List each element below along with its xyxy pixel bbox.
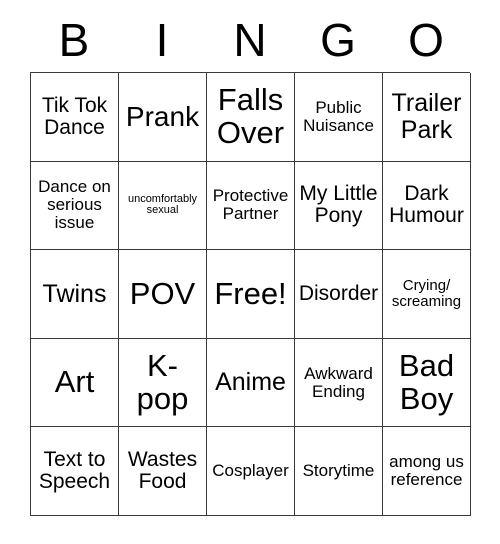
bingo-cell-label: K- pop [136, 347, 189, 416]
bingo-cell-label: Prank [125, 100, 200, 132]
bingo-cell-label: Awkward Ending [304, 363, 373, 401]
bingo-cell[interactable]: Trailer Park [383, 73, 471, 162]
bingo-cell[interactable]: among us reference [383, 427, 471, 516]
bingo-cell-label: Disorder [298, 281, 379, 305]
bingo-cell-label: Art [54, 364, 95, 400]
bingo-cell-label: Protective Partner [212, 186, 289, 224]
bingo-cell[interactable]: Storytime [295, 427, 383, 516]
bingo-cell[interactable]: Disorder [295, 250, 383, 339]
header-letter-i: I [155, 14, 169, 66]
bingo-cell[interactable]: Prank [119, 73, 207, 162]
bingo-cell-label: Dance on serious issue [38, 177, 111, 233]
bingo-cell-label: Crying/ screaming [391, 277, 462, 310]
bingo-cell-label: Text to Speech [38, 447, 111, 494]
bingo-cell-label: Public Nuisance [303, 97, 374, 135]
header-letter-o: O [408, 14, 444, 66]
bingo-cell[interactable]: Twins [31, 250, 119, 339]
bingo-cell-label: among us reference [389, 452, 464, 490]
bingo-cell-free[interactable]: Free! [207, 250, 295, 339]
bingo-cell[interactable]: Text to Speech [31, 427, 119, 516]
bingo-cell-label: Trailer Park [391, 89, 462, 144]
bingo-cell[interactable]: K- pop [119, 338, 207, 428]
bingo-cell-label: Bad Boy [398, 347, 455, 416]
bingo-cell[interactable]: Dance on serious issue [31, 161, 119, 251]
bingo-cell-label: Free! [214, 275, 287, 311]
bingo-cell[interactable]: Wastes Food [119, 427, 207, 516]
bingo-header-row: B I N G O [30, 8, 470, 72]
bingo-cell[interactable]: Public Nuisance [295, 73, 383, 162]
bingo-cell[interactable]: My Little Pony [295, 161, 383, 251]
bingo-cell[interactable]: Tik Tok Dance [31, 73, 119, 162]
bingo-cell[interactable]: uncomfortably sexual [119, 161, 207, 251]
header-letter-n: N [233, 14, 267, 66]
bingo-cell-label: My Little Pony [299, 182, 378, 228]
bingo-cell[interactable]: Art [31, 338, 119, 428]
bingo-cell-label: Falls Over [216, 81, 285, 150]
bingo-cell-label: Anime [215, 368, 286, 397]
bingo-cell-label: POV [129, 275, 196, 311]
bingo-cell[interactable]: Dark Humour [383, 161, 471, 251]
bingo-cell-label: Twins [42, 279, 107, 308]
header-letter-b: B [58, 14, 90, 66]
bingo-cell-label: Dark Humour [389, 182, 464, 228]
bingo-cell-label: uncomfortably sexual [127, 192, 198, 217]
bingo-cell[interactable]: Awkward Ending [295, 338, 383, 428]
header-letter-g: G [320, 14, 356, 66]
bingo-cell[interactable]: Protective Partner [207, 161, 295, 251]
bingo-cell-label: Wastes Food [127, 447, 198, 494]
bingo-card: B I N G O Tik Tok Dance Prank Falls Over… [30, 8, 471, 516]
bingo-cell-label: Tik Tok Dance [41, 93, 108, 139]
bingo-cell[interactable]: Cosplayer [207, 427, 295, 516]
bingo-cell-label: Storytime [302, 461, 375, 481]
bingo-cell[interactable]: Bad Boy [383, 338, 471, 428]
bingo-cell[interactable]: POV [119, 250, 207, 339]
bingo-cell[interactable]: Falls Over [207, 73, 295, 162]
bingo-cell-label: Cosplayer [212, 461, 289, 481]
bingo-grid: Tik Tok Dance Prank Falls Over Public Nu… [30, 72, 471, 516]
bingo-cell[interactable]: Anime [207, 338, 295, 428]
bingo-cell[interactable]: Crying/ screaming [383, 250, 471, 339]
